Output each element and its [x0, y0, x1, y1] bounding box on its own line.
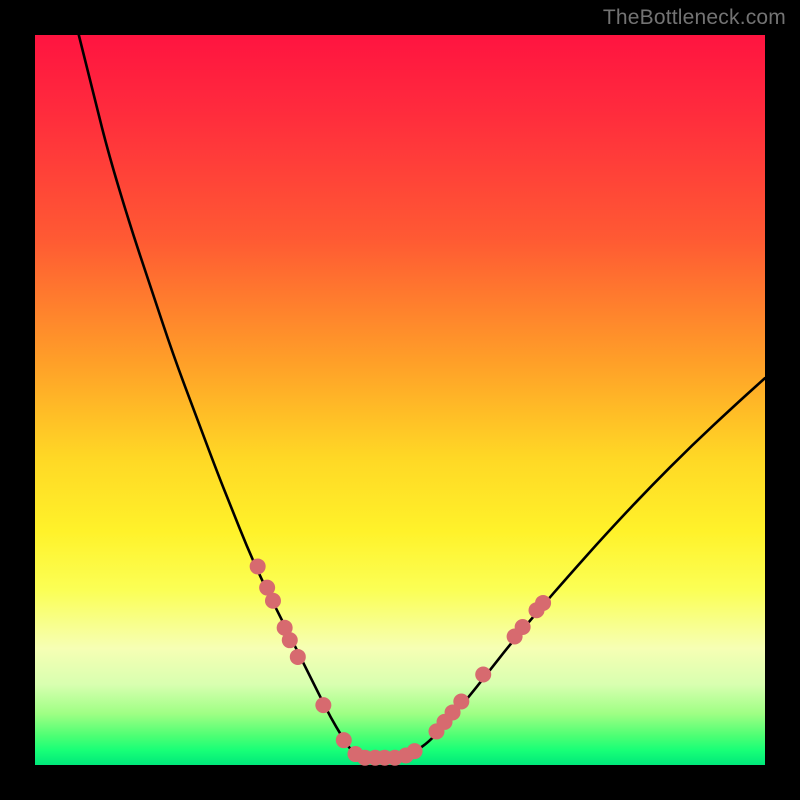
curve-marker — [475, 666, 491, 682]
curve-marker — [336, 732, 352, 748]
curve-marker — [250, 558, 266, 574]
watermark-text: TheBottleneck.com — [603, 6, 786, 30]
curve-marker — [290, 649, 306, 665]
curve-marker — [315, 697, 331, 713]
bottleneck-curve — [79, 35, 765, 758]
chart-frame: TheBottleneck.com — [0, 0, 800, 800]
curve-marker — [515, 619, 531, 635]
curve-marker — [535, 595, 551, 611]
curve-marker — [407, 743, 423, 759]
curve-marker — [282, 632, 298, 648]
chart-overlay — [35, 35, 765, 765]
curve-marker — [265, 593, 281, 609]
curve-marker — [453, 693, 469, 709]
curve-markers — [250, 558, 551, 765]
